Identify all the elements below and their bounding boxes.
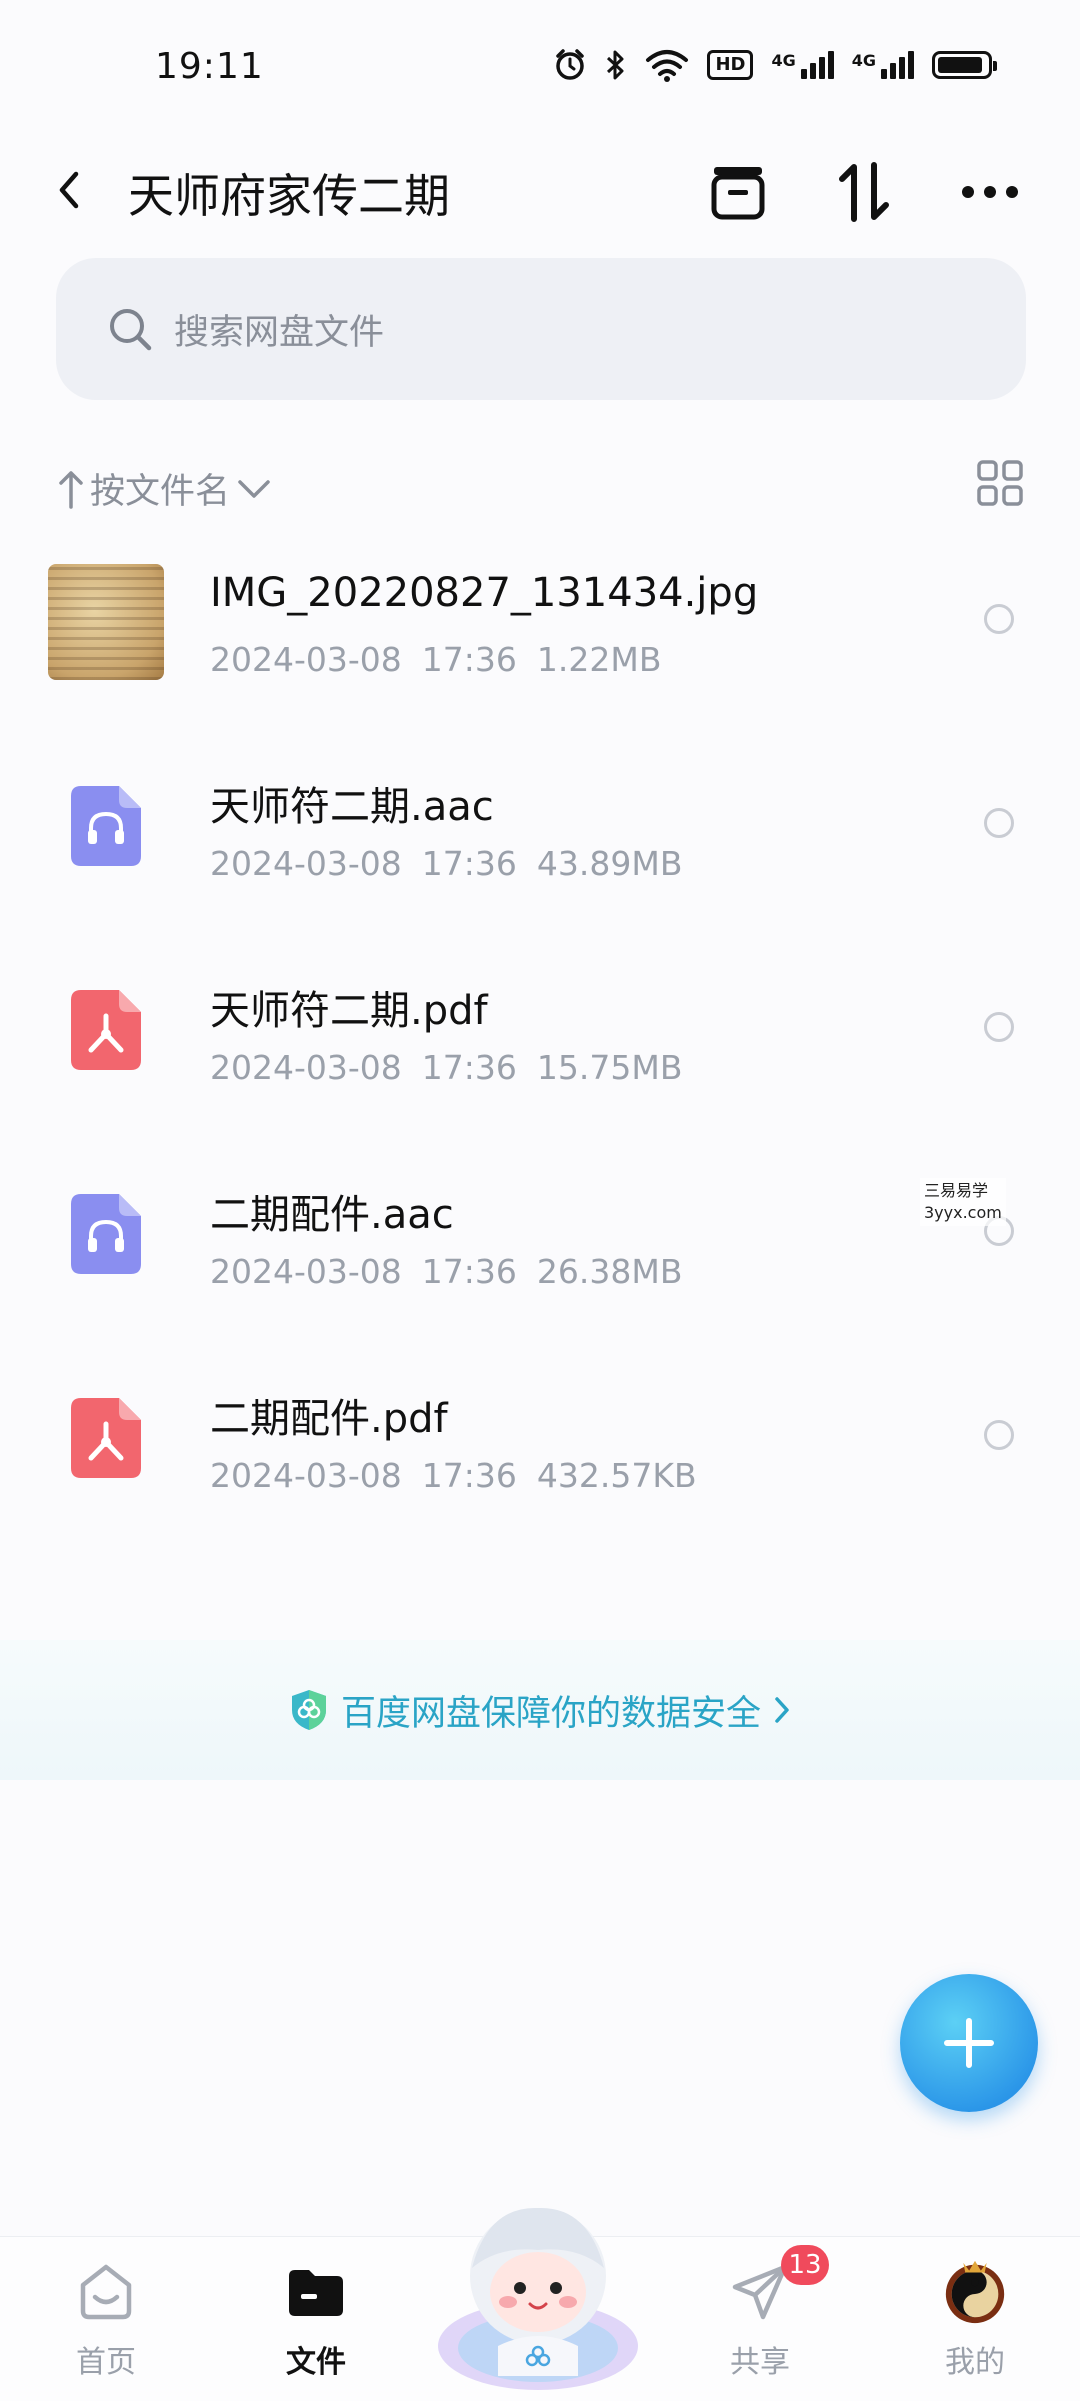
- more-button[interactable]: [958, 160, 1022, 224]
- assistant-mascot-button[interactable]: [428, 2176, 648, 2396]
- file-row[interactable]: 天师符二期.pdf 2024-03-08 17:36 15.75MB: [0, 948, 1080, 1152]
- file-time: 17:36: [421, 1048, 517, 1087]
- tab-files-label: 文件: [286, 2345, 346, 2380]
- back-icon[interactable]: [50, 170, 90, 210]
- file-date: 2024-03-08: [210, 844, 402, 883]
- file-size: 43.89MB: [536, 844, 683, 883]
- file-time: 17:36: [421, 844, 517, 883]
- file-date: 2024-03-08: [210, 640, 402, 679]
- network-type-label: 4G: [851, 51, 876, 70]
- file-name: 二期配件.aac: [210, 1192, 454, 1238]
- search-icon: [110, 309, 152, 351]
- file-name: IMG_20220827_131434.jpg: [210, 570, 759, 616]
- alarm-icon: [553, 48, 587, 82]
- sort-by-name-button[interactable]: 按文件名: [58, 463, 272, 514]
- status-time: 19:11: [155, 46, 264, 87]
- sort-up-arrow-icon: [59, 470, 83, 509]
- paper-plane-icon: 13: [725, 2245, 829, 2327]
- bluetooth-icon: [605, 48, 627, 82]
- battery-icon: [932, 51, 997, 79]
- file-meta: 2024-03-08 17:36 432.57KB: [210, 1456, 697, 1495]
- grid-icon: [977, 460, 1023, 506]
- safety-text: 百度网盘保障你的数据安全: [340, 1693, 761, 1734]
- sort-label: 按文件名: [90, 472, 231, 512]
- watermark: 三易易学 3yyx.com: [920, 1178, 1006, 1226]
- tab-mine-label: 我的: [945, 2345, 1005, 2380]
- audio-file-icon: [48, 768, 164, 884]
- file-time: 17:36: [421, 1252, 517, 1291]
- search-placeholder: 搜索网盘文件: [174, 312, 385, 353]
- grid-view-toggle[interactable]: [976, 459, 1024, 507]
- file-name: 天师符二期.pdf: [210, 988, 488, 1034]
- file-name: 二期配件.pdf: [210, 1396, 448, 1442]
- sort-row: 按文件名: [58, 455, 1024, 515]
- folder-icon: [281, 2257, 351, 2327]
- page-title: 天师府家传二期: [128, 169, 450, 223]
- file-row[interactable]: 二期配件.pdf 2024-03-08 17:36 432.57KB: [0, 1356, 1080, 1560]
- pdf-file-icon: [48, 1380, 164, 1496]
- file-list: IMG_20220827_131434.jpg 2024-03-08 17:36…: [0, 540, 1080, 1560]
- file-meta: 2024-03-08 17:36 26.38MB: [210, 1252, 682, 1291]
- sort-order-button[interactable]: [832, 160, 896, 224]
- tab-files[interactable]: 文件: [236, 2257, 396, 2381]
- file-row[interactable]: 天师符二期.aac 2024-03-08 17:36 43.89MB: [0, 744, 1080, 948]
- file-row[interactable]: IMG_20220827_131434.jpg 2024-03-08 17:36…: [0, 540, 1080, 744]
- file-row[interactable]: 二期配件.aac 2024-03-08 17:36 26.38MB: [0, 1152, 1080, 1356]
- multi-select-button[interactable]: [706, 160, 770, 224]
- file-meta: 2024-03-08 17:36 43.89MB: [210, 844, 682, 883]
- signal-icon: 4G: [852, 51, 914, 79]
- file-time: 17:36: [421, 640, 517, 679]
- file-size: 26.38MB: [536, 1252, 683, 1291]
- audio-file-icon: [48, 1176, 164, 1292]
- tab-share-label: 共享: [730, 2345, 790, 2380]
- watermark-line: 3yyx.com: [924, 1203, 1002, 1222]
- file-meta: 2024-03-08 17:36 1.22MB: [210, 640, 661, 679]
- shield-icon: [291, 1690, 326, 1730]
- file-date: 2024-03-08: [210, 1456, 402, 1495]
- status-bar: 19:11 HD 4G 4G: [0, 0, 1080, 130]
- share-badge: 13: [781, 2245, 829, 2285]
- tab-mine[interactable]: 我的: [895, 2257, 1055, 2381]
- search-input[interactable]: 搜索网盘文件: [56, 258, 1026, 400]
- status-icons: HD 4G 4G: [553, 48, 997, 82]
- file-size: 15.75MB: [536, 1048, 683, 1087]
- select-radio[interactable]: [984, 1420, 1014, 1450]
- hd-voice-icon: HD: [707, 50, 754, 80]
- tab-home[interactable]: 首页: [26, 2257, 186, 2381]
- avatar: [940, 2257, 1010, 2327]
- file-size: 1.22MB: [536, 640, 662, 679]
- select-radio[interactable]: [984, 808, 1014, 838]
- chevron-down-icon: [238, 479, 270, 498]
- file-size: 432.57KB: [536, 1456, 697, 1495]
- file-meta: 2024-03-08 17:36 15.75MB: [210, 1048, 682, 1087]
- sort-arrows-icon: [839, 162, 889, 222]
- add-button[interactable]: [900, 1974, 1038, 2112]
- pdf-file-icon: [48, 972, 164, 1088]
- chevron-right-icon: [775, 1697, 789, 1723]
- image-thumbnail: [48, 564, 164, 680]
- network-type-label: 4G: [771, 51, 796, 70]
- tab-home-label: 首页: [76, 2345, 136, 2380]
- data-safety-banner[interactable]: 百度网盘保障你的数据安全: [0, 1640, 1080, 1780]
- more-dots-icon: [962, 186, 1018, 198]
- file-date: 2024-03-08: [210, 1048, 402, 1087]
- select-box-icon: [711, 167, 765, 220]
- file-name: 天师符二期.aac: [210, 784, 494, 830]
- select-radio[interactable]: [984, 1012, 1014, 1042]
- select-radio[interactable]: [984, 604, 1014, 634]
- signal-icon: 4G: [771, 51, 834, 79]
- file-time: 17:36: [421, 1456, 517, 1495]
- tab-share[interactable]: 13 共享: [680, 2245, 840, 2381]
- plus-icon: [944, 2018, 994, 2068]
- file-date: 2024-03-08: [210, 1252, 402, 1291]
- watermark-line: 三易易学: [924, 1181, 989, 1200]
- header: 天师府家传二期: [0, 140, 1080, 240]
- wifi-icon: [645, 48, 689, 82]
- home-icon: [71, 2257, 141, 2327]
